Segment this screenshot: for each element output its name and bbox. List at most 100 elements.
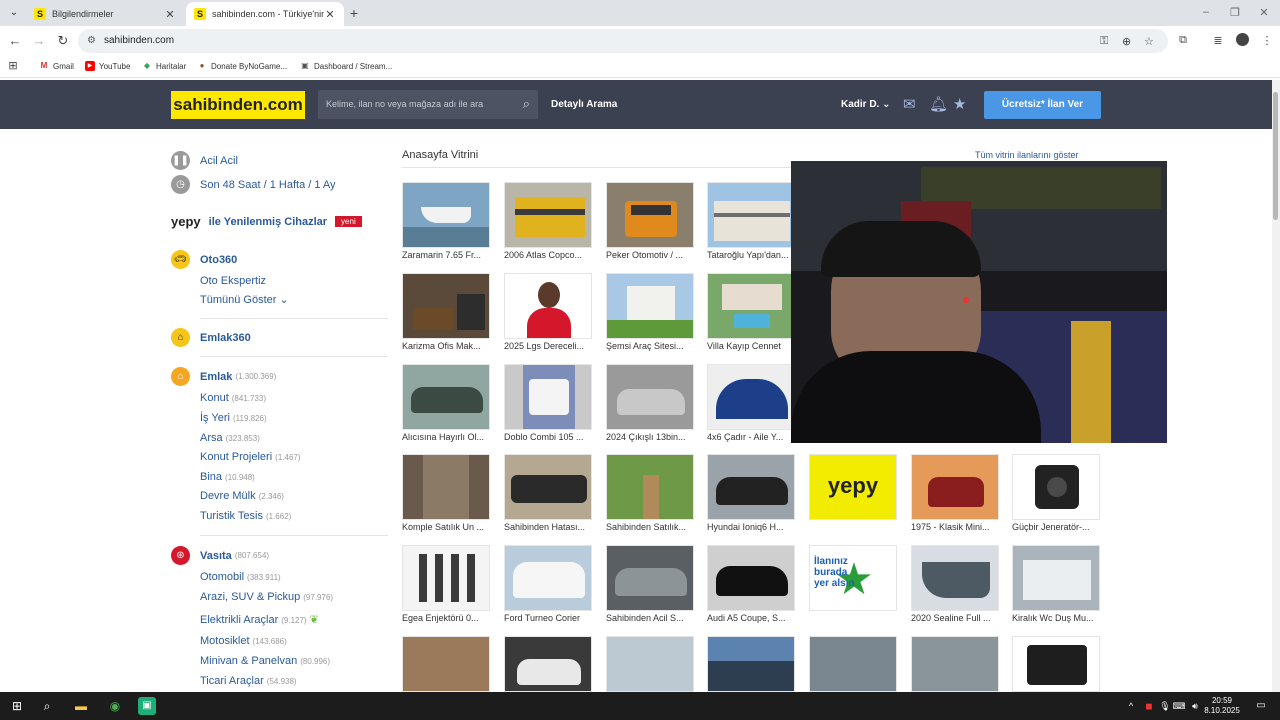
search-input[interactable]: Kelime, ilan no veya mağaza adı ile ara …	[318, 90, 538, 119]
listing-title[interactable]: Karizma Ofis Mak...	[402, 341, 490, 351]
browser-tab-active[interactable]: S sahibinden.com - Türkiye'nin Or ✕	[186, 2, 344, 26]
listing-thumbnail[interactable]	[911, 454, 999, 520]
listing-card[interactable]: Zaramarin 7.65 Fr...	[402, 182, 490, 262]
listing-title[interactable]: Kiralık Wc Duş Mu...	[1012, 613, 1100, 623]
reload-icon[interactable]: ↻	[55, 34, 71, 48]
taskbar-clock[interactable]: 20:59 8.10.2025	[1200, 696, 1244, 716]
listing-card[interactable]: Kiralık Wc Duş Mu...	[1012, 545, 1100, 625]
listing-thumbnail[interactable]	[402, 545, 490, 611]
app-icon[interactable]: ▣	[138, 697, 156, 715]
close-window-icon[interactable]: ✕	[1257, 6, 1271, 19]
listing-thumbnail[interactable]	[707, 636, 795, 692]
listing-title[interactable]: Doblo Combi 105 ...	[504, 432, 592, 442]
favorites-star-icon[interactable]: ★	[953, 95, 966, 113]
media-control-icon[interactable]: ≣	[1210, 34, 1226, 47]
listing-card[interactable]: Hyundai Ioniq6 H...	[707, 454, 795, 534]
listing-thumbnail[interactable]	[606, 273, 694, 339]
file-explorer-icon[interactable]: ▬	[72, 697, 90, 715]
bookmark-star-icon[interactable]: ☆	[1144, 35, 1154, 48]
yepy-promo-thumbnail[interactable]: yepy	[809, 454, 897, 520]
sidebar-item-oto360[interactable]: 🚗︎ Oto360	[171, 250, 237, 269]
listing-card[interactable]: Sahibinden Satılık...	[606, 454, 694, 534]
detailed-search-link[interactable]: Detaylı Arama	[551, 99, 617, 110]
close-tab-icon[interactable]: ✕	[164, 8, 176, 21]
listing-title[interactable]: Villa Kayıp Cennet	[707, 341, 795, 351]
listing-card[interactable]: 2024 Çıkışlı 13bin...	[606, 364, 694, 444]
listing-title[interactable]: Tataroğlu Yapı'dan...	[707, 250, 795, 260]
site-logo[interactable]: sahibinden.com	[171, 91, 305, 119]
listing-thumbnail[interactable]	[402, 182, 490, 248]
listing-thumbnail[interactable]	[707, 454, 795, 520]
listing-card[interactable]: Audi A5 Coupe, S...	[707, 545, 795, 625]
listing-card[interactable]: Karizma Ofis Mak...	[402, 273, 490, 353]
listing-thumbnail[interactable]	[911, 636, 999, 692]
sidebar-item-emlak360[interactable]: ⌂ Emlak360	[171, 328, 251, 347]
sidebar-item-oto-ekspertiz[interactable]: Oto Ekspertiz	[200, 275, 266, 287]
sidebar-item-ticari[interactable]: Ticari Araçlar (54.938)	[200, 675, 297, 687]
listing-card[interactable]: Peker Otomotiv / ...	[606, 182, 694, 262]
bookmark-gmail[interactable]: M Gmail	[39, 61, 74, 71]
sidebar-item-devre-mulk[interactable]: Devre Mülk (2.346)	[200, 490, 284, 502]
user-menu[interactable]: Kadir D. ⌄	[841, 99, 891, 110]
sidebar-item-arazi-suv[interactable]: Arazi, SUV & Pickup (97.976)	[200, 591, 333, 603]
listing-title[interactable]: Peker Otomotiv / ...	[606, 250, 694, 260]
bookmark-donate[interactable]: ● Donate ByNoGame...	[197, 61, 287, 71]
restore-icon[interactable]: ❐	[1228, 6, 1242, 19]
search-icon[interactable]: ⌕	[38, 697, 56, 715]
listing-card[interactable]: 2006 Atlas Copco...	[504, 182, 592, 262]
forward-icon[interactable]: →	[31, 34, 47, 48]
listing-thumbnail[interactable]	[606, 545, 694, 611]
listing-title[interactable]: 2006 Atlas Copco...	[504, 250, 592, 260]
sidebar-item-konut-projeleri[interactable]: Konut Projeleri (1.467)	[200, 451, 301, 463]
tab-search-icon[interactable]: ⌄	[6, 5, 22, 21]
bookmark-dashboard[interactable]: ▣ Dashboard / Stream...	[300, 61, 392, 71]
listing-card[interactable]: 1975 - Klasik Mini...	[911, 454, 999, 534]
listing-thumbnail[interactable]	[606, 636, 694, 692]
listing-title[interactable]: Ford Turneo Corier	[504, 613, 592, 623]
sidebar-item-konut[interactable]: Konut (841.733)	[200, 392, 266, 404]
listing-title[interactable]: Sahibinden Satılık...	[606, 522, 694, 532]
listing-title[interactable]: Egea Enjektörü 0...	[402, 613, 490, 623]
post-ad-button[interactable]: Ücretsiz* İlan Ver	[984, 91, 1101, 119]
bookmark-youtube[interactable]: ▶ YouTube	[85, 61, 130, 71]
sidebar-item-otomobil[interactable]: Otomobil (383.911)	[200, 571, 281, 583]
search-icon[interactable]: ⌕	[523, 96, 530, 112]
site-info-icon[interactable]: ⚙	[87, 35, 96, 46]
url-text[interactable]: sahibinden.com	[104, 35, 174, 46]
listing-card[interactable]: Komple Satılık Un ...	[402, 454, 490, 534]
sidebar-item-turistik-tesis[interactable]: Turistik Tesis (1.662)	[200, 510, 291, 522]
listing-thumbnail[interactable]	[402, 636, 490, 692]
listing-thumbnail[interactable]	[504, 182, 592, 248]
notifications-icon[interactable]: ▭	[1252, 697, 1270, 715]
listing-thumbnail[interactable]	[911, 545, 999, 611]
show-hidden-icons-icon[interactable]: ^	[1122, 697, 1140, 715]
sidebar-item-bina[interactable]: Bina (10.948)	[200, 471, 255, 483]
listing-title[interactable]: 2020 Sealine Full ...	[911, 613, 999, 623]
listing-title[interactable]: Sahibinden Hatası...	[504, 522, 592, 532]
listing-card[interactable]: Doblo Combi 105 ...	[504, 364, 592, 444]
sidebar-item-arsa[interactable]: Arsa (323.853)	[200, 432, 260, 444]
listing-title[interactable]: Hyundai Ioniq6 H...	[707, 522, 795, 532]
listing-thumbnail[interactable]	[1012, 636, 1100, 692]
listing-thumbnail[interactable]	[504, 636, 592, 692]
listing-thumbnail[interactable]	[402, 454, 490, 520]
show-all-showcase-link[interactable]: Tüm vitrin ilanlarını göster	[975, 150, 1079, 160]
sidebar-item-motosiklet[interactable]: Motosiklet (143.686)	[200, 635, 287, 647]
listing-title[interactable]: Sahibinden Acil S...	[606, 613, 694, 623]
listing-thumbnail[interactable]	[1012, 545, 1100, 611]
extensions-icon[interactable]: ⧉	[1175, 34, 1191, 47]
listing-title[interactable]: 2024 Çıkışlı 13bin...	[606, 432, 694, 442]
sidebar-item-acil[interactable]: ❚❚ Acil Acil	[171, 151, 238, 170]
listing-thumbnail[interactable]	[504, 364, 592, 430]
browser-menu-icon[interactable]: ⋮	[1259, 34, 1275, 47]
listing-thumbnail[interactable]	[1012, 454, 1100, 520]
back-icon[interactable]: ←	[7, 34, 23, 48]
bell-icon[interactable]: 🔔︎	[929, 95, 948, 113]
sidebar-item-minivan[interactable]: Minivan & Panelvan (80.996)	[200, 655, 330, 667]
listing-thumbnail[interactable]	[504, 273, 592, 339]
listing-thumbnail[interactable]	[707, 182, 795, 248]
listing-title[interactable]: 4x6 Çadır - Aile Y...	[707, 432, 795, 442]
listing-card[interactable]: Alıcısına Hayırlı Ol...	[402, 364, 490, 444]
chrome-icon[interactable]: ◉	[106, 697, 124, 715]
advertise-here-thumbnail[interactable]: ★ İlanınız burada yer alsın	[809, 545, 897, 611]
